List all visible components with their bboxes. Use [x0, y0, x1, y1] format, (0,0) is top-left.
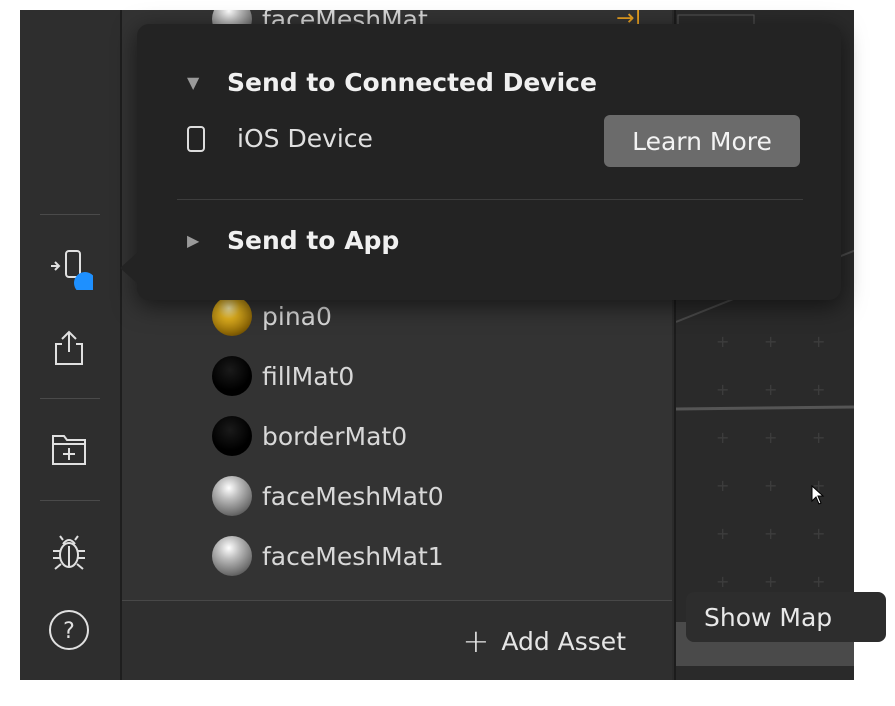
material-sphere-icon [212, 416, 252, 456]
grid-point: + [764, 380, 778, 399]
grid-point: + [812, 380, 826, 399]
help-icon: ? [49, 610, 89, 650]
grid-point: + [764, 428, 778, 447]
asset-label: borderMat0 [262, 421, 408, 451]
learn-more-button[interactable]: Learn More [604, 115, 800, 167]
send-to-device-button[interactable] [45, 246, 93, 290]
show-map-button[interactable]: Show Map [686, 592, 886, 642]
list-item[interactable]: faceMeshMat0 [212, 473, 444, 519]
share-button[interactable] [45, 326, 93, 370]
material-sphere-icon [212, 476, 252, 516]
add-folder-button[interactable] [45, 426, 93, 470]
toolbar-divider [40, 214, 100, 215]
svg-text:?: ? [63, 619, 75, 644]
asset-label: fillMat0 [262, 361, 355, 391]
grid-point: + [716, 332, 730, 351]
section-send-to-app[interactable]: ▶ Send to App [187, 226, 399, 255]
learn-more-label: Learn More [632, 126, 772, 156]
disclosure-right-icon: ▶ [187, 231, 200, 250]
disclosure-down-icon: ▼ [187, 73, 200, 92]
section-send-to-connected-device[interactable]: ▼ Send to Connected Device [187, 68, 597, 97]
grid-point: + [716, 524, 730, 543]
bug-icon [53, 535, 85, 570]
popover-divider [177, 199, 803, 200]
list-item[interactable]: borderMat0 [212, 413, 407, 459]
grid-point: + [764, 332, 778, 351]
device-label: iOS Device [237, 124, 373, 153]
ios-device-item[interactable]: iOS Device [185, 124, 373, 153]
grid-point: + [764, 524, 778, 543]
add-asset-button[interactable]: + Add Asset [463, 621, 627, 661]
section-title: Send to Connected Device [227, 68, 597, 97]
asset-label: pina0 [262, 301, 332, 331]
left-toolbar: ? [20, 10, 122, 680]
send-popover: ▼ Send to Connected Device iOS Device Le… [137, 24, 841, 300]
share-icon [55, 330, 83, 365]
material-sphere-icon [212, 536, 252, 576]
assets-footer: + Add Asset [122, 600, 672, 680]
asset-label: faceMeshMat0 [262, 481, 444, 511]
section-title: Send to App [227, 226, 400, 255]
grid-point: + [812, 332, 826, 351]
plus-icon: + [462, 622, 490, 660]
mouse-cursor-icon [811, 485, 825, 505]
add-asset-label: Add Asset [501, 626, 626, 656]
material-sphere-icon [212, 296, 252, 336]
grid-point: + [716, 380, 730, 399]
grid-point: + [812, 428, 826, 447]
grid-point: + [812, 524, 826, 543]
list-item[interactable]: faceMeshMat1 [212, 533, 444, 579]
show-map-label: Show Map [704, 602, 833, 632]
asset-label: faceMeshMat1 [262, 541, 444, 571]
phone-icon [187, 125, 205, 152]
toolbar-divider [40, 500, 100, 501]
grid-point: + [764, 476, 778, 495]
help-button[interactable]: ? [45, 608, 93, 652]
add-folder-icon [52, 435, 86, 465]
debug-button[interactable] [45, 530, 93, 574]
grid-point: + [716, 572, 730, 591]
popover-arrow [120, 252, 138, 284]
send-to-device-icon [51, 250, 93, 290]
material-sphere-icon [212, 356, 252, 396]
grid-point: + [716, 428, 730, 447]
list-item[interactable]: fillMat0 [212, 353, 354, 399]
grid-point: + [716, 476, 730, 495]
toolbar-divider [40, 398, 100, 399]
grid-point: + [764, 572, 778, 591]
grid-point: + [812, 572, 826, 591]
